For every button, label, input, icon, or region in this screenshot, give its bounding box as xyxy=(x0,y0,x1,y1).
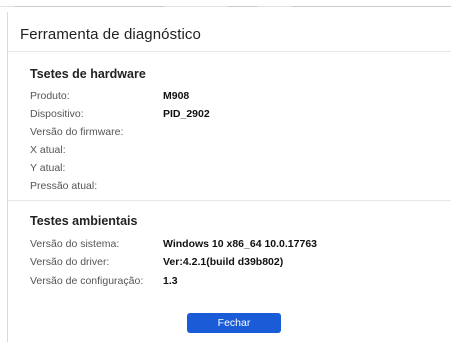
row-label: X atual: xyxy=(30,144,66,156)
background-edge-segment xyxy=(292,6,451,7)
background-edge-segment xyxy=(228,6,258,7)
row-value: Ver:4.2.1(build d39b802) xyxy=(163,256,284,268)
row-label: Versão do driver: xyxy=(30,256,110,268)
row-label: Versão do firmware: xyxy=(30,126,124,138)
environment-section-title: Testes ambientais xyxy=(30,214,138,228)
row-value: 1.3 xyxy=(163,275,178,287)
row-label: Y atual: xyxy=(30,162,66,174)
row-label: Pressão atual: xyxy=(30,180,98,192)
dialog-title: Ferramenta de diagnóstico xyxy=(20,26,201,43)
diagnostic-dialog xyxy=(7,12,451,342)
section-divider xyxy=(8,200,451,201)
row-label: Produto: xyxy=(30,90,70,102)
title-divider xyxy=(8,51,451,52)
row-value: PID_2902 xyxy=(163,108,210,120)
row-value: M908 xyxy=(163,90,190,102)
row-label: Dispositivo: xyxy=(30,108,84,120)
hardware-section-title: Tsetes de hardware xyxy=(30,67,146,81)
close-button[interactable]: Fechar xyxy=(187,313,281,333)
background-window-edge xyxy=(0,6,451,7)
row-label: Versão de configuração: xyxy=(30,275,144,287)
background-edge-segment xyxy=(14,6,164,7)
row-label: Versão do sistema: xyxy=(30,238,120,250)
row-value: Windows 10 x86_64 10.0.17763 xyxy=(163,238,318,250)
